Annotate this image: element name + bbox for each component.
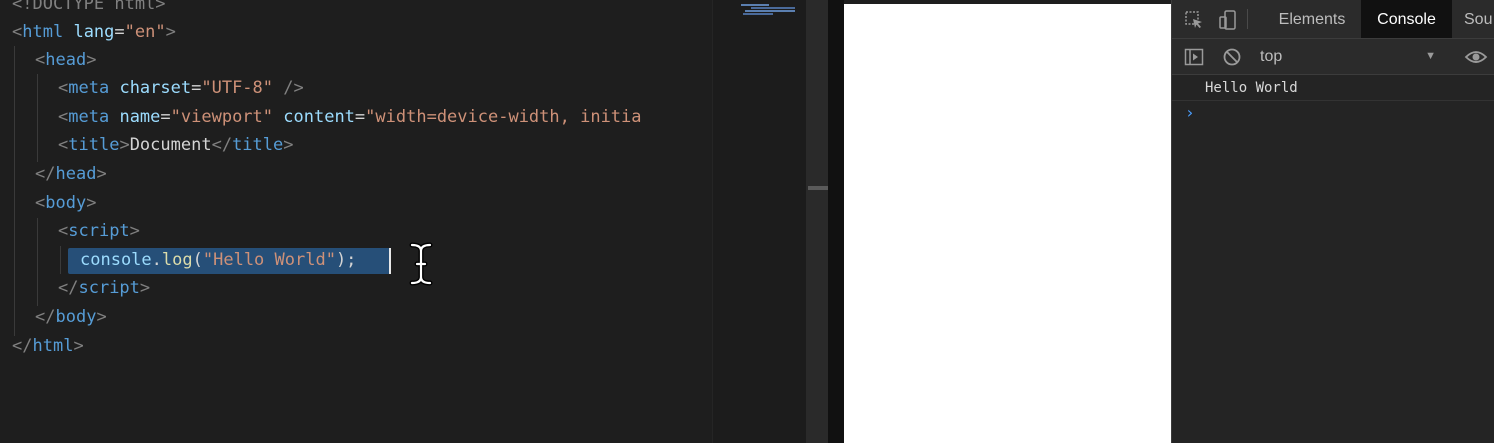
code-line-body-close: </body> bbox=[35, 307, 107, 327]
log-argument: "Hello World" bbox=[202, 250, 336, 270]
context-selector[interactable]: top ▼ bbox=[1260, 39, 1440, 74]
tag-script: script bbox=[68, 221, 130, 241]
show-sidebar-icon[interactable] bbox=[1184, 47, 1204, 67]
attr-charset: charset bbox=[119, 78, 192, 98]
tag-title: title bbox=[232, 135, 284, 155]
inspect-element-icon[interactable] bbox=[1184, 10, 1204, 30]
scrollbar-thumb[interactable] bbox=[808, 186, 828, 190]
editor-scrollbar[interactable] bbox=[806, 0, 828, 443]
indent-guide bbox=[37, 74, 38, 162]
code-line-head-close: </head> bbox=[35, 164, 107, 184]
code-line-html-open: <html lang="en"> bbox=[12, 22, 176, 42]
clear-console-icon[interactable] bbox=[1222, 47, 1242, 67]
context-selector-value: top bbox=[1260, 48, 1283, 65]
tag-meta: meta bbox=[68, 107, 110, 127]
console-toolbar: top ▼ bbox=[1172, 39, 1494, 75]
tag-body: body bbox=[55, 307, 97, 327]
code-line-meta-viewport: <meta name="viewport" content="width=dev… bbox=[58, 107, 642, 127]
tag-head: head bbox=[45, 50, 87, 70]
code-line-title: <title>Document</title> bbox=[58, 135, 294, 155]
code-line-script-close: </script> bbox=[58, 278, 151, 298]
log-function: log bbox=[161, 250, 193, 270]
tab-sources[interactable]: Sou bbox=[1464, 0, 1494, 38]
minimap-content bbox=[741, 4, 795, 15]
doctype-text: <!DOCTYPE html> bbox=[12, 0, 166, 14]
live-expression-eye-icon[interactable] bbox=[1464, 48, 1488, 66]
value-name: "viewport" bbox=[170, 107, 274, 127]
dropdown-arrow-icon: ▼ bbox=[1425, 50, 1436, 62]
console-log-text: Hello World bbox=[1205, 80, 1298, 96]
attr-content: content bbox=[283, 107, 355, 127]
value-lang: "en" bbox=[124, 22, 166, 42]
console-prompt-icon[interactable]: › bbox=[1185, 103, 1195, 122]
value-charset: "UTF-8" bbox=[201, 78, 274, 98]
console-log-message: Hello World bbox=[1172, 75, 1494, 101]
pane-divider bbox=[828, 0, 844, 443]
tag-body: body bbox=[45, 193, 87, 213]
code-line-doctype: <!DOCTYPE html> bbox=[12, 0, 166, 18]
indent-guide bbox=[37, 218, 38, 306]
value-content: "width=device-width, initia bbox=[365, 107, 642, 127]
tag-html: html bbox=[22, 22, 64, 42]
code-line-meta-charset: <meta charset="UTF-8" /> bbox=[58, 78, 304, 98]
indent-guide bbox=[14, 46, 15, 336]
code-line-html-close: </html> bbox=[12, 336, 84, 356]
ibeam-cursor-icon bbox=[409, 242, 433, 286]
attr-lang: lang bbox=[73, 22, 115, 42]
tag-head: head bbox=[55, 164, 97, 184]
devtools-tab-bar: Elements Console Sou bbox=[1172, 0, 1494, 39]
tag-script: script bbox=[78, 278, 140, 298]
code-line-console-log[interactable]: console.log("Hello World"); bbox=[80, 246, 356, 274]
attr-name: name bbox=[119, 107, 161, 127]
tag-title: title bbox=[68, 135, 120, 155]
tab-console[interactable]: Console bbox=[1361, 0, 1452, 38]
device-toolbar-icon[interactable] bbox=[1218, 9, 1238, 31]
text-caret bbox=[389, 248, 391, 274]
indent-guide bbox=[60, 246, 61, 274]
console-object: console bbox=[80, 250, 152, 270]
tab-elements[interactable]: Elements bbox=[1264, 0, 1360, 38]
code-line-body-open: <body> bbox=[35, 193, 97, 213]
code-line-script-open: <script> bbox=[58, 221, 140, 241]
code-editor[interactable]: <!DOCTYPE html> <html lang="en"> <head> … bbox=[0, 0, 712, 443]
minimap[interactable] bbox=[712, 0, 807, 443]
code-line-head-open: <head> bbox=[35, 50, 97, 70]
browser-page-preview[interactable] bbox=[844, 4, 1171, 443]
tag-html: html bbox=[32, 336, 74, 356]
devtools-panel: Elements Console Sou top ▼ Hello World › bbox=[1171, 0, 1494, 443]
title-text: Document bbox=[129, 135, 212, 155]
tag-meta: meta bbox=[68, 78, 110, 98]
toolbar-divider bbox=[1247, 9, 1248, 29]
